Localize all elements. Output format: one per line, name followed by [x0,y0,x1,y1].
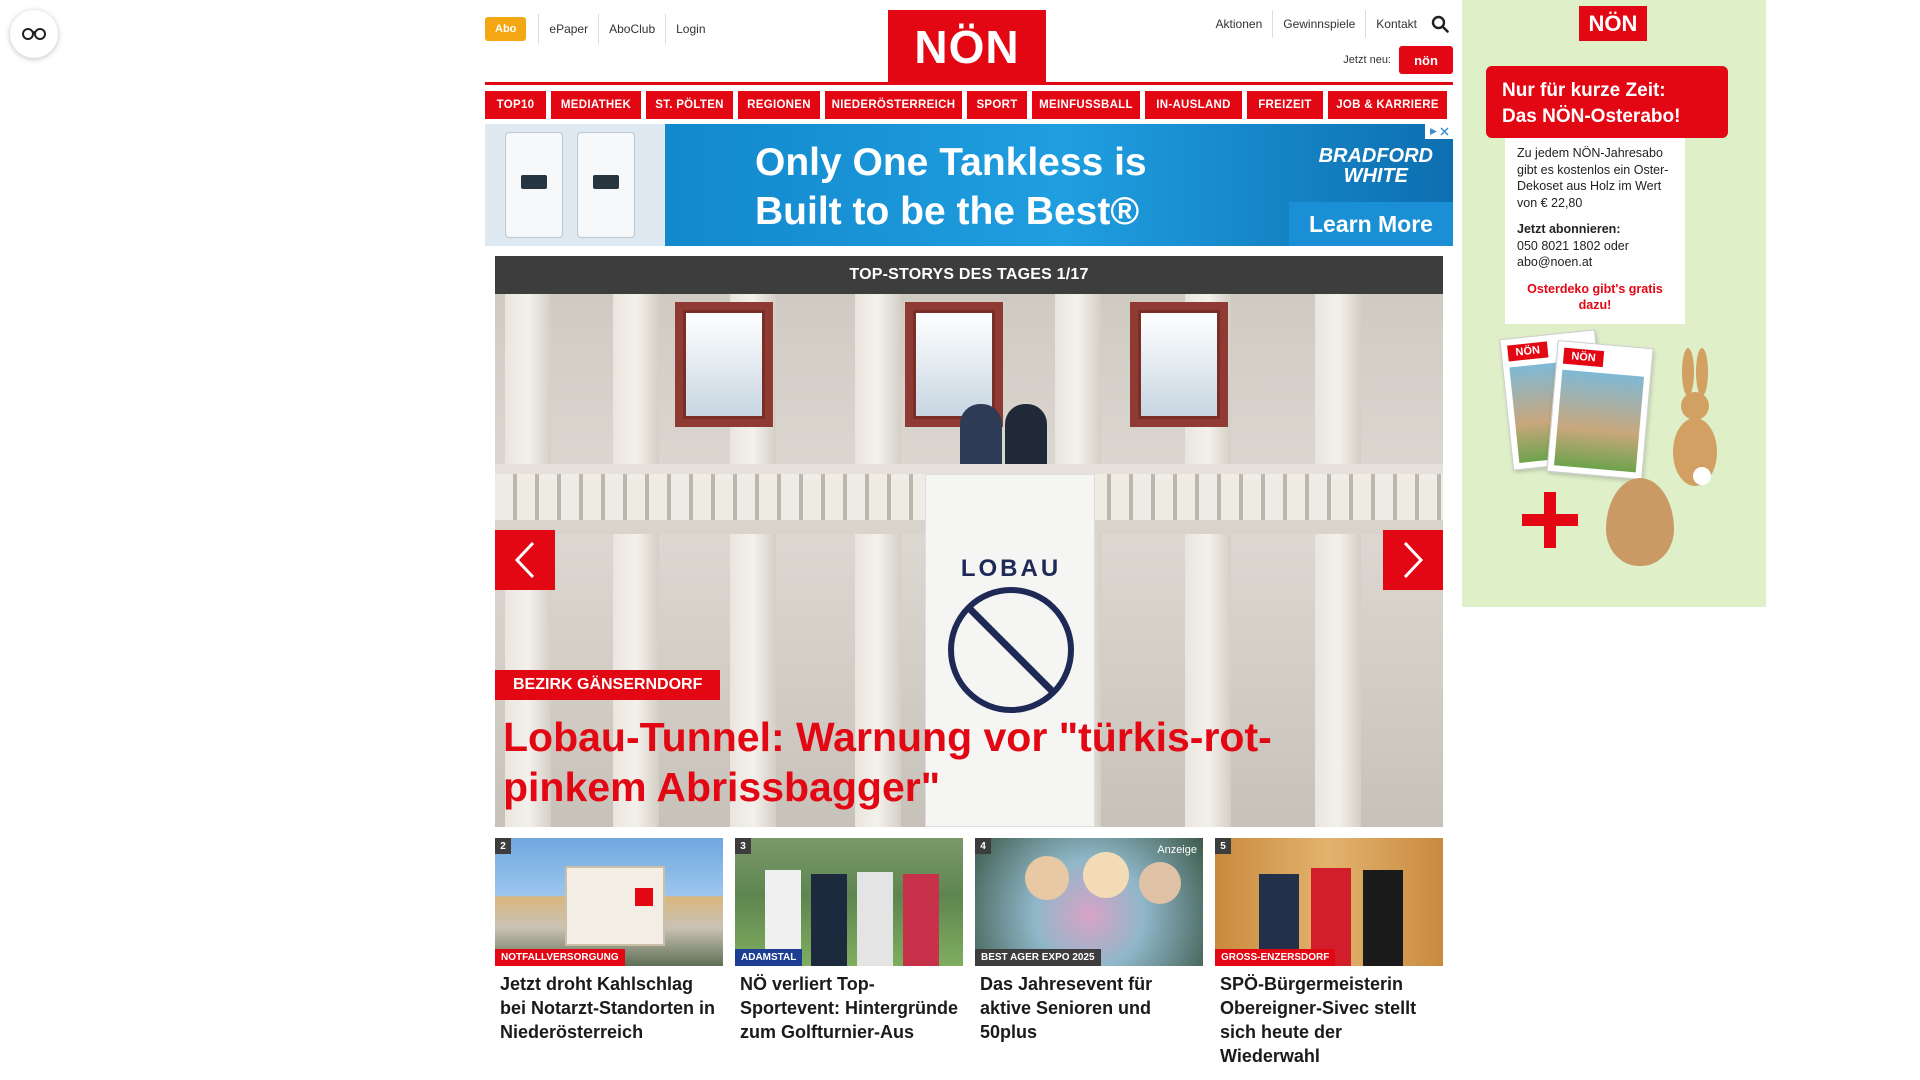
jetzt-neu-label: Jetzt neu: [1343,54,1391,66]
jetzt-neu: Jetzt neu: nön [1343,46,1453,74]
teaser-rank: 3 [735,838,751,854]
nav-item-mediathek[interactable]: MEDIATHEK [551,91,641,119]
main-navigation: TOP10 MEDIATHEK ST. PÖLTEN REGIONEN NIEDERÖS… [485,91,1453,119]
teaser-card[interactable]: 4 Anzeige BEST AGER EXPO 2025 Das Jahres… [975,838,1203,1068]
glasses-icon [22,28,46,40]
ad-brand-line-2: WHITE [1343,165,1408,187]
teaser-category[interactable]: NOTFALLVERSORGUNG [495,949,625,966]
teaser-title[interactable]: SPÖ-Bürgermeisterin Obereigner-Sivec ste… [1215,972,1443,1068]
teaser-image[interactable]: 3 ADAMSTAL [735,838,963,966]
wooden-egg-image [1606,478,1674,566]
side-ad-headline-line-1: Nur für kurze Zeit: [1502,80,1666,101]
nav-item-meinfussball[interactable]: MEINFUSSBALL [1032,91,1140,119]
side-ad-promo: Osterdeko gibt's gratis dazu! [1527,281,1663,313]
flag-text: LOBAU [960,555,1062,582]
teaser-title[interactable]: Das Jahresevent für aktive Senioren und … [975,972,1203,1044]
ad-headline-line-1: Only One Tankless is [755,141,1147,184]
teaser-rank: 5 [1215,838,1231,854]
gewinnspiele-link[interactable]: Gewinnspiele [1273,10,1367,38]
teaser-image[interactable]: 5 GROSS-ENZERSDORF [1215,838,1443,966]
teaser-card[interactable]: 5 GROSS-ENZERSDORF SPÖ-Bürgermeisterin O… [1215,838,1443,1068]
ad-headline-line-2: Built to be the Best® [755,190,1140,233]
ad-brand-logo: BRADFORD WHITE [1319,146,1433,186]
adchoices-icon[interactable] [1425,124,1453,139]
magazine-logo: NÖN [1507,341,1549,362]
carousel-next-button[interactable] [1383,530,1443,590]
teaser-image[interactable]: 4 Anzeige BEST AGER EXPO 2025 [975,838,1203,966]
teaser-title[interactable]: Jetzt droht Kahlschlag bei Notarzt-Stand… [495,972,723,1044]
side-ad-credit [1751,14,1761,124]
ad-product-image [485,124,665,246]
magazine-logo: NÖN [1562,347,1605,368]
aboclub-link[interactable]: AboClub [598,14,665,44]
top-right-links: Aktionen Gewinnspiele Kontakt [1206,10,1453,38]
kleine-noen-logo[interactable]: nön [1399,46,1453,74]
side-ad-osterabo[interactable]: NÖN Nur für kurze Zeit: Das NÖN-Osterabo… [1462,0,1766,607]
page-content: Abo ePaper AboClub Login NÖN Aktionen Ge… [485,0,1453,1066]
carousel-title[interactable]: Lobau-Tunnel: Warnung vor "türkis-rot-pi… [503,712,1403,812]
aktionen-link[interactable]: Aktionen [1206,10,1274,38]
side-ad-logo: NÖN [1579,6,1647,41]
teaser-title[interactable]: NÖ verliert Top-Sportevent: Hintergründe… [735,972,963,1044]
teaser-category[interactable]: BEST AGER EXPO 2025 [975,949,1101,966]
search-icon[interactable] [1427,11,1453,37]
header-divider [485,82,1453,85]
nav-item-regionen[interactable]: REGIONEN [738,91,820,119]
side-ad-headline-line-2: Das NÖN-Osterabo! [1502,106,1681,127]
teaser-rank: 2 [495,838,511,854]
wooden-bunny-image [1673,348,1717,486]
side-ad-headline: Nur für kurze Zeit: Das NÖN-Osterabo! [1486,66,1728,138]
carousel-prev-button[interactable] [495,530,555,590]
side-ad-subscribe-label: Jetzt abonnieren: [1517,222,1621,236]
side-ad-text: Zu jedem NÖN-Jahresabo gibt es kostenlos… [1517,146,1669,210]
teaser-card[interactable]: 3 ADAMSTAL NÖ verliert Top-Sportevent: H… [735,838,963,1068]
kontakt-link[interactable]: Kontakt [1366,10,1427,38]
nav-item-top10[interactable]: TOP10 [485,91,546,119]
login-link[interactable]: Login [665,14,715,44]
site-logo[interactable]: NÖN [888,10,1046,84]
nav-item-niederösterreich[interactable]: NIEDERÖSTERREICH [825,91,962,119]
site-header: Abo ePaper AboClub Login NÖN Aktionen Ge… [485,0,1453,85]
teaser-category[interactable]: GROSS-ENZERSDORF [1215,949,1336,966]
nav-item-in-ausland[interactable]: IN-AUSLAND [1145,91,1242,119]
carousel-heading: TOP-STORYS DES TAGES 1/17 [495,256,1443,294]
teaser-image[interactable]: 2 NOTFALLVERSORGUNG [495,838,723,966]
abo-button[interactable]: Abo [485,17,527,41]
side-ad-card: Zu jedem NÖN-Jahresabo gibt es kostenlos… [1505,138,1685,324]
chevron-left-icon [514,541,535,579]
ad-learn-more-button[interactable]: Learn More [1289,202,1453,246]
nav-item-sport[interactable]: SPORT [967,91,1027,119]
nav-item-job-karriere[interactable]: JOB & KARRIERE [1328,91,1447,119]
teaser-card[interactable]: 2 NOTFALLVERSORGUNG Jetzt droht Kahlschl… [495,838,723,1068]
teaser-category[interactable]: ADAMSTAL [735,949,803,966]
anzeige-label: Anzeige [1157,844,1197,856]
ad-headline: Only One Tankless is Built to be the Bes… [755,138,1147,236]
banner-ad[interactable]: Only One Tankless is Built to be the Bes… [485,124,1453,246]
nav-item-st-pölten[interactable]: ST. PÖLTEN [646,91,733,119]
carousel-category[interactable]: BEZIRK GÄNSERNDORF [495,670,721,700]
nav-item-freizeit[interactable]: FREIZEIT [1247,91,1323,119]
teaser-rank: 4 [975,838,991,854]
magazine-image: NÖN [1546,340,1654,480]
teaser-row: 2 NOTFALLVERSORGUNG Jetzt droht Kahlschl… [495,838,1443,1068]
epaper-link[interactable]: ePaper [538,14,598,44]
top-left-links: Abo ePaper AboClub Login [485,14,716,44]
side-ad-contact: 050 8021 1802 oder abo@noen.at [1517,238,1629,270]
chevron-right-icon [1403,541,1424,579]
reader-view-button[interactable] [10,10,58,58]
ad-brand-line-1: BRADFORD [1318,145,1433,167]
plus-icon [1522,492,1578,548]
